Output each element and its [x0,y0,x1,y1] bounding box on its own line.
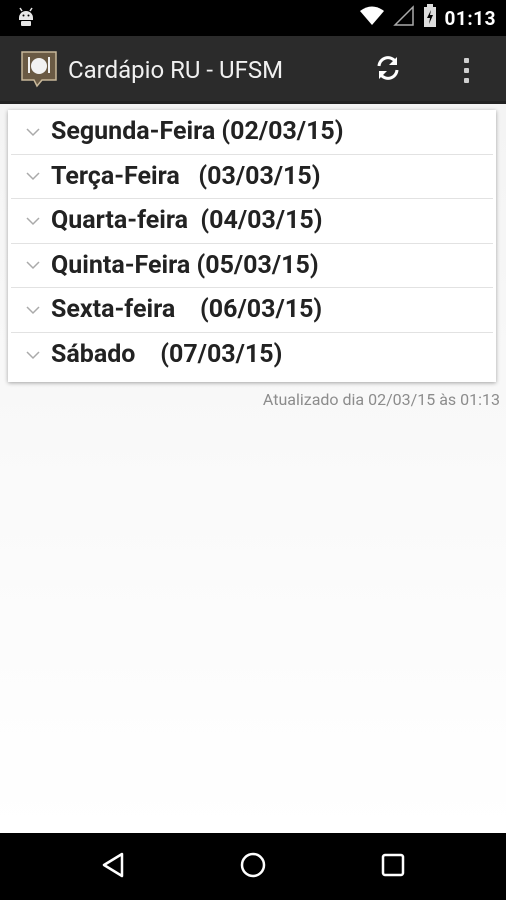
home-icon [239,851,267,883]
chevron-down-icon [23,166,43,186]
day-row-quinta[interactable]: Quinta-Feira (05/03/15) [11,244,493,288]
day-label: Sábado (07/03/15) [51,340,283,370]
cell-signal-icon [392,5,415,31]
day-label: Segunda-Feira (02/03/15) [51,117,344,147]
refresh-icon [373,53,403,87]
chevron-down-icon [23,300,43,320]
action-bar: Cardápio RU - UFSM [0,36,506,104]
day-label: Quarta-feira (04/03/15) [51,206,323,236]
day-row-sabado[interactable]: Sábado (07/03/15) [11,333,493,378]
day-row-terca[interactable]: Terça-Feira (03/03/15) [11,155,493,199]
battery-charging-icon [423,4,437,32]
overflow-menu-button[interactable] [452,50,480,90]
chevron-down-icon [23,255,43,275]
chevron-down-icon [23,122,43,142]
content-area: Segunda-Feira (02/03/15) Terça-Feira (03… [0,104,506,833]
back-button[interactable] [83,843,143,891]
refresh-button[interactable] [366,50,410,90]
home-button[interactable] [223,843,283,891]
day-row-segunda[interactable]: Segunda-Feira (02/03/15) [11,110,493,155]
day-row-sexta[interactable]: Sexta-feira (06/03/15) [11,288,493,333]
app-title: Cardápio RU - UFSM [68,56,284,84]
restaurant-icon [20,50,58,88]
recents-button[interactable] [363,843,423,891]
back-icon [100,851,126,883]
navigation-bar [0,833,506,900]
status-bar: 01:13 [0,0,506,36]
chevron-down-icon [23,345,43,365]
wifi-icon [359,5,385,31]
chevron-down-icon [23,211,43,231]
overflow-menu-icon [463,57,469,63]
clock: 01:13 [444,6,496,30]
recents-icon [380,852,406,882]
day-row-quarta[interactable]: Quarta-feira (04/03/15) [11,199,493,244]
day-label: Terça-Feira (03/03/15) [51,161,321,191]
last-updated-text: Atualizado dia 02/03/15 às 01:13 [262,390,500,409]
android-debug-icon [14,6,38,34]
day-list: Segunda-Feira (02/03/15) Terça-Feira (03… [8,110,496,382]
day-label: Sexta-feira (06/03/15) [51,295,323,325]
day-label: Quinta-Feira (05/03/15) [51,250,319,280]
